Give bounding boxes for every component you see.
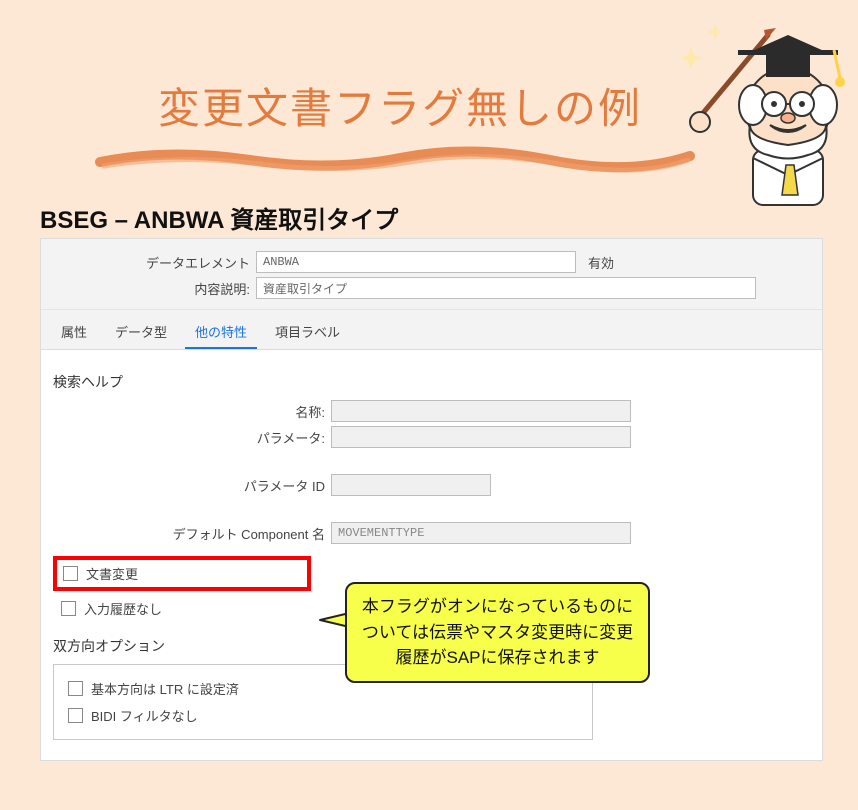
- description-field[interactable]: [256, 277, 756, 299]
- default-component-field[interactable]: [331, 522, 631, 544]
- status-label: 有効: [588, 253, 614, 272]
- panel-body: 検索ヘルプ 名称: パラメータ: パラメータ ID デフォルト Componen…: [41, 350, 822, 760]
- sap-panel: データエレメント 有効 内容説明: 属性 データ型 他の特性 項目ラベル 検索ヘ…: [40, 238, 823, 761]
- doc-change-label: 文書変更: [86, 564, 138, 583]
- search-help-group-label: 検索ヘルプ: [53, 372, 810, 392]
- bidi-no-filter-checkbox[interactable]: [68, 708, 83, 723]
- no-input-history-checkbox[interactable]: [61, 601, 76, 616]
- data-element-field[interactable]: [256, 251, 576, 273]
- tab-other-properties[interactable]: 他の特性: [185, 316, 257, 349]
- bidi-ltr-checkbox[interactable]: [68, 681, 83, 696]
- data-element-label: データエレメント: [41, 253, 256, 272]
- search-help-param-label: パラメータ:: [53, 428, 331, 447]
- search-help-name-field[interactable]: [331, 400, 631, 422]
- param-id-field[interactable]: [331, 474, 491, 496]
- section-heading: BSEG – ANBWA 資産取引タイプ: [40, 200, 398, 235]
- tab-field-labels[interactable]: 項目ラベル: [265, 316, 350, 349]
- description-label: 内容説明:: [41, 279, 256, 298]
- param-id-label: パラメータ ID: [53, 476, 331, 495]
- panel-header: データエレメント 有効 内容説明:: [41, 239, 822, 310]
- doc-change-checkbox[interactable]: [63, 566, 78, 581]
- title-underline: [90, 140, 710, 180]
- no-input-history-label: 入力履歴なし: [84, 599, 162, 618]
- tab-data-type[interactable]: データ型: [105, 316, 177, 349]
- page-title: 変更文書フラグ無しの例: [100, 75, 700, 136]
- bidi-ltr-label: 基本方向は LTR に設定済: [91, 679, 239, 698]
- callout-bubble: 本フラグがオンになっているものについては伝票やマスタ変更時に変更履歴がSAPに保…: [345, 582, 650, 683]
- search-help-param-field[interactable]: [331, 426, 631, 448]
- search-help-name-label: 名称:: [53, 402, 331, 421]
- bidi-no-filter-label: BIDI フィルタなし: [91, 706, 198, 725]
- tab-strip: 属性 データ型 他の特性 項目ラベル: [41, 310, 822, 350]
- default-component-label: デフォルト Component 名: [53, 524, 331, 543]
- doc-change-highlight: 文書変更: [53, 556, 311, 591]
- avatar: [658, 0, 848, 210]
- tab-attributes[interactable]: 属性: [51, 316, 97, 349]
